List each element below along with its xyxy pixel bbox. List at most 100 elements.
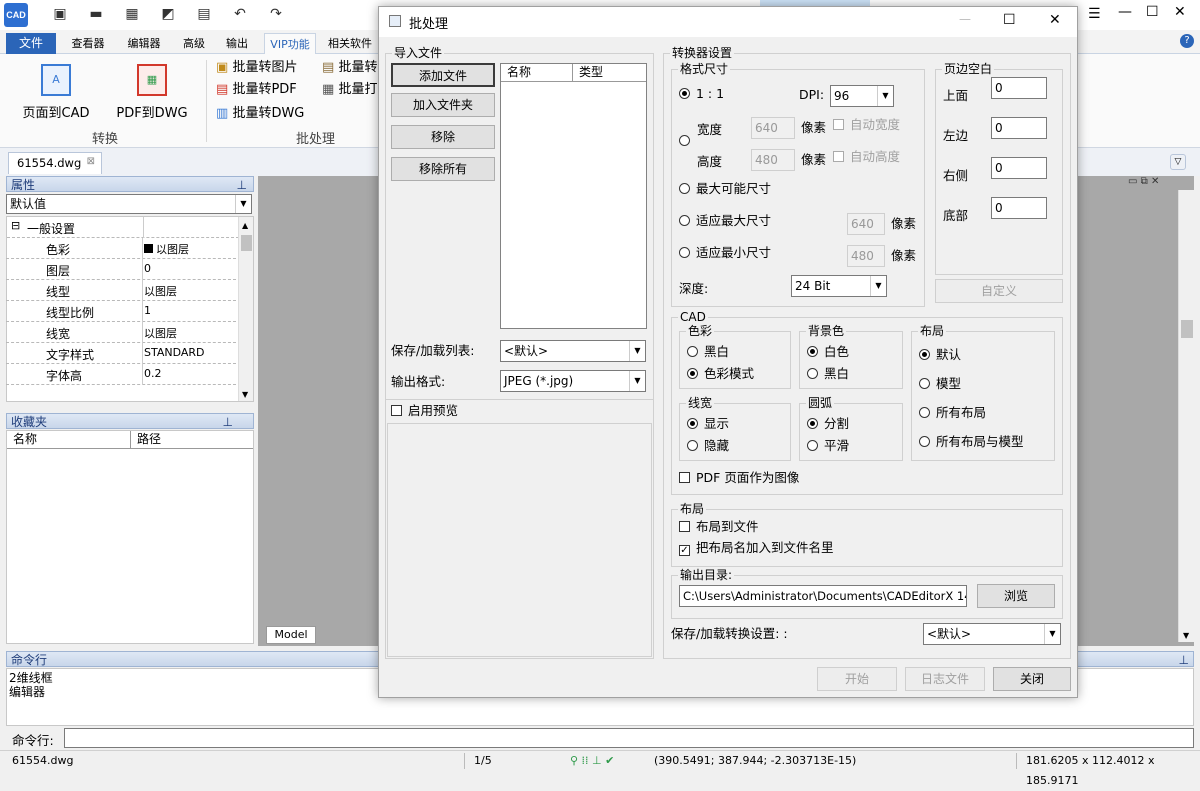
fit-min-radio[interactable]: 适应最小尺寸 <box>679 245 771 261</box>
document-tab[interactable]: 61554.dwg ⊠ <box>8 152 102 174</box>
fit-min-input[interactable]: 480 <box>847 245 885 267</box>
file-list[interactable]: 名称 类型 <box>500 63 647 329</box>
tab-close-icon[interactable]: ⊠ <box>87 156 95 167</box>
dialog-close-icon[interactable]: ✕ <box>1049 12 1061 28</box>
dpi-combo[interactable]: 96 ▼ <box>830 85 894 107</box>
chevron-down-icon[interactable]: ▼ <box>870 276 886 296</box>
redo-icon[interactable]: ↷ <box>268 6 284 22</box>
canvas-window-controls[interactable]: ▭ ⧉ ✕ <box>1128 176 1194 190</box>
fit-max-input[interactable]: 640 <box>847 213 885 235</box>
save-list-combo[interactable]: <默认> ▼ <box>500 340 646 362</box>
layout-default-radio[interactable]: 默认 <box>919 347 961 363</box>
layout-all-radio[interactable]: 所有布局 <box>919 405 986 421</box>
menu-icon[interactable]: ☰ <box>1088 6 1101 22</box>
properties-filter[interactable]: 默认值 ▼ <box>6 194 252 214</box>
batch-to-image-button[interactable]: ▣ 批量转图片 <box>216 58 297 78</box>
batch-convert-button[interactable]: ▤ 批量转 <box>322 58 377 78</box>
save-settings-combo[interactable]: <默认> ▼ <box>923 623 1061 645</box>
tab-advanced[interactable]: 高级 <box>176 33 212 54</box>
canvas-scrollbar[interactable]: ▼ <box>1178 190 1194 642</box>
layout-model-radio[interactable]: 模型 <box>919 376 961 392</box>
margin-bottom-input[interactable]: 0 <box>991 197 1047 219</box>
tab-viewer[interactable]: 查看器 <box>64 33 112 54</box>
close-icon[interactable]: ✕ <box>1174 4 1186 20</box>
minimize-icon[interactable]: — <box>1118 4 1132 20</box>
property-row[interactable]: 文字样式 STANDARD <box>6 343 236 364</box>
margin-left-input[interactable]: 0 <box>991 117 1047 139</box>
chevron-down-icon[interactable]: ▼ <box>1044 624 1060 644</box>
custom-size-radio[interactable] <box>679 133 696 149</box>
dialog-minimize-icon[interactable]: — <box>959 12 971 26</box>
auto-width-checkbox[interactable]: 自动宽度 <box>833 117 900 133</box>
arc-split-radio[interactable]: 分割 <box>807 416 849 432</box>
background-white-radio[interactable]: 白色 <box>807 344 849 360</box>
section-row[interactable]: ⊟ 一般设置 <box>7 217 239 238</box>
lineweight-show-radio[interactable]: 显示 <box>687 416 729 432</box>
output-format-combo[interactable]: JPEG (*.jpg) ▼ <box>500 370 646 392</box>
remove-button[interactable]: 移除 <box>391 125 495 149</box>
add-layout-name-checkbox[interactable]: ✓ 把布局名加入到文件名里 <box>679 540 834 556</box>
property-value[interactable]: 以图层 <box>144 283 177 299</box>
file-list-col-name[interactable]: 名称 <box>501 64 573 82</box>
property-row[interactable]: 线型比例 1 <box>6 301 236 322</box>
add-files-button[interactable]: 添加文件 <box>391 63 495 87</box>
file-list-col-type[interactable]: 类型 <box>573 64 646 82</box>
model-tab[interactable]: Model <box>266 626 316 644</box>
tabs-dropdown-icon[interactable]: ▽ <box>1170 154 1186 170</box>
close-button[interactable]: 关闭 <box>993 667 1071 691</box>
property-value[interactable]: 以图层 <box>144 325 177 341</box>
batch-to-pdf-button[interactable]: ▤ 批量转PDF <box>216 80 297 100</box>
pdf-to-dwg-button[interactable]: ▦ PDF到DWG <box>114 64 190 121</box>
property-value[interactable]: 0 <box>144 262 151 275</box>
app-logo-icon[interactable]: CAD <box>4 3 28 27</box>
property-value[interactable]: 0.2 <box>144 367 162 380</box>
pdf-as-image-checkbox[interactable]: PDF 页面作为图像 <box>679 470 799 486</box>
margin-right-input[interactable]: 0 <box>991 157 1047 179</box>
chevron-down-icon[interactable]: ▼ <box>235 195 251 213</box>
fit-max-radio[interactable]: 适应最大尺寸 <box>679 213 771 229</box>
snap-icons[interactable]: ⚲ ⁞⁞ ⊥ ✔ <box>570 751 614 771</box>
enable-preview-checkbox[interactable]: 启用预览 <box>391 403 458 419</box>
arc-smooth-radio[interactable]: 平滑 <box>807 438 849 454</box>
add-folder-button[interactable]: 加入文件夹 <box>391 93 495 117</box>
tab-file[interactable]: 文件 <box>6 33 56 54</box>
color-mode-radio[interactable]: 色彩模式 <box>687 366 754 382</box>
max-possible-radio[interactable]: 最大可能尺寸 <box>679 181 771 197</box>
pin-icon[interactable]: ⊥ <box>223 414 233 430</box>
command-input[interactable] <box>64 728 1194 748</box>
pin-icon[interactable]: ⊥ <box>237 177 247 193</box>
property-row[interactable]: 色彩 以图层 <box>6 238 236 259</box>
open-icon[interactable]: ▬ <box>88 6 104 22</box>
batch-print-button[interactable]: ▦ 批量打 <box>322 80 377 100</box>
properties-scrollbar[interactable]: ▲ ▼ <box>238 217 253 401</box>
page-to-cad-button[interactable]: A 页面到CAD <box>18 64 94 121</box>
property-value[interactable]: STANDARD <box>144 346 205 359</box>
print-icon[interactable]: ▤ <box>196 6 212 22</box>
property-row[interactable]: 图层 0 <box>6 259 236 280</box>
favorites-col-path[interactable]: 路径 <box>131 431 253 449</box>
chevron-down-icon[interactable]: ▼ <box>877 86 893 106</box>
chevron-down-icon[interactable]: ▼ <box>629 371 645 391</box>
maximize-icon[interactable]: ☐ <box>1146 4 1159 20</box>
margin-top-input[interactable]: 0 <box>991 77 1047 99</box>
favorites-col-name[interactable]: 名称 <box>7 431 131 449</box>
log-file-button[interactable]: 日志文件 <box>905 667 985 691</box>
property-value[interactable]: 以图层 <box>144 241 189 257</box>
pdf-icon[interactable]: ◩ <box>160 6 176 22</box>
layout-all-model-radio[interactable]: 所有布局与模型 <box>919 434 1024 450</box>
color-bw-radio[interactable]: 黑白 <box>687 344 729 360</box>
save-icon[interactable]: ▦ <box>124 6 140 22</box>
ratio-1-1-radio[interactable]: 1 : 1 <box>679 86 724 102</box>
lineweight-hide-radio[interactable]: 隐藏 <box>687 438 729 454</box>
depth-combo[interactable]: 24 Bit ▼ <box>791 275 887 297</box>
pin-icon[interactable]: ⊥ <box>1179 652 1189 668</box>
help-icon[interactable]: ? <box>1180 34 1194 48</box>
collapse-icon[interactable]: ⊟ <box>11 219 20 232</box>
tab-output[interactable]: 输出 <box>220 33 254 54</box>
start-button[interactable]: 开始 <box>817 667 897 691</box>
undo-icon[interactable]: ↶ <box>232 6 248 22</box>
layout-to-file-checkbox[interactable]: 布局到文件 <box>679 519 759 535</box>
auto-height-checkbox[interactable]: 自动高度 <box>833 149 900 165</box>
tab-editor[interactable]: 编辑器 <box>120 33 168 54</box>
property-row[interactable]: 字体高 0.2 <box>6 364 236 385</box>
